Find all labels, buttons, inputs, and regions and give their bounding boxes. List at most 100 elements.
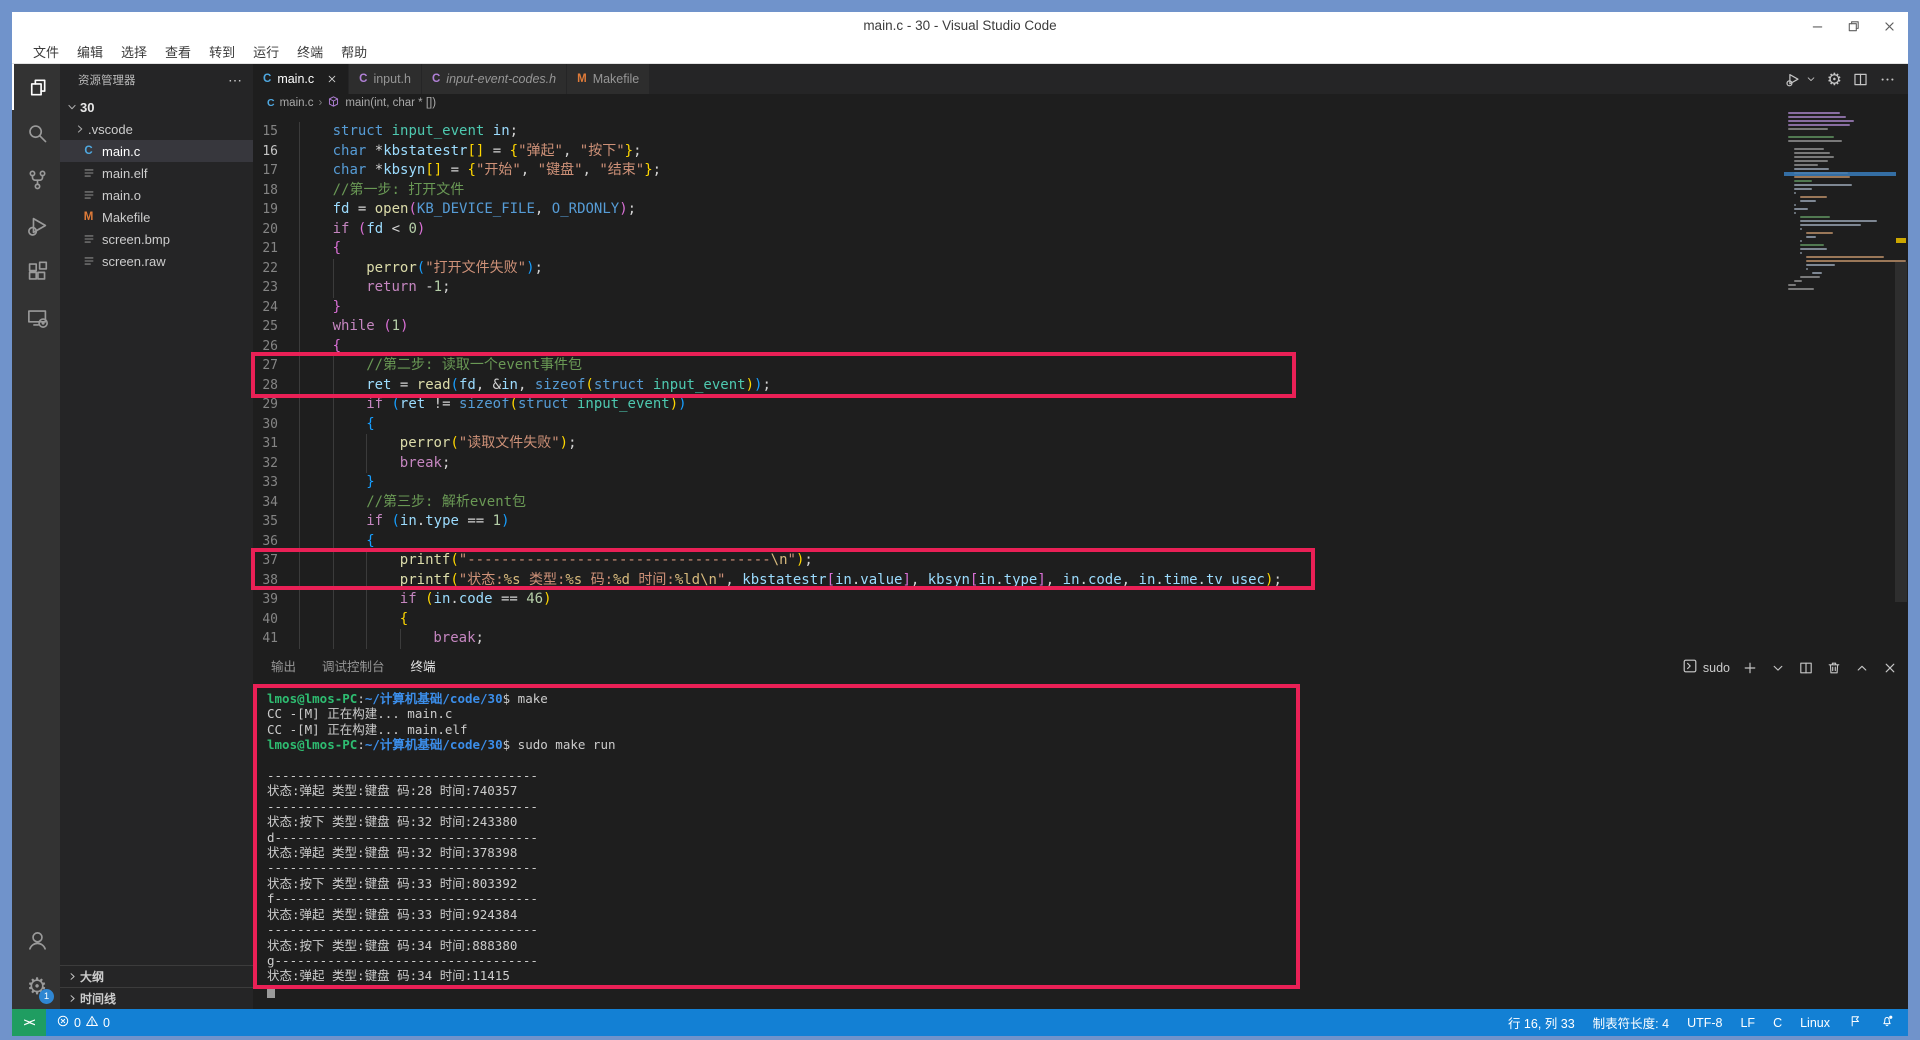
terminal-line: d-----------------------------------	[267, 830, 1908, 845]
more-button[interactable]	[1879, 71, 1896, 88]
code-text: perror("打开文件失败");	[299, 259, 543, 279]
titlebar[interactable]: main.c - 30 - Visual Studio Code	[12, 12, 1908, 40]
activitybar-source-control[interactable]	[12, 156, 60, 202]
maximize-button[interactable]	[1844, 17, 1862, 35]
activitybar-extensions[interactable]	[12, 248, 60, 294]
code-line-26[interactable]: 26{	[253, 337, 1908, 357]
explorer-more-actions-icon[interactable]: ⋯	[228, 72, 243, 89]
code-line-30[interactable]: 30{	[253, 415, 1908, 435]
tree-file-main.o[interactable]: main.o	[60, 184, 253, 206]
menu-item-4[interactable]: 转到	[200, 40, 244, 63]
code-line-24[interactable]: 24}	[253, 298, 1908, 318]
tab-input.h[interactable]: Cinput.h	[349, 64, 422, 94]
panel-tab-调试控制台[interactable]: 调试控制台	[322, 650, 385, 685]
code-line-29[interactable]: 29if (ret != sizeof(struct input_event))	[253, 395, 1908, 415]
minimize-button[interactable]	[1808, 17, 1826, 35]
activitybar-settings-gear[interactable]: ⚙1	[12, 963, 60, 1009]
code-line-28[interactable]: 28ret = read(fd, &in, sizeof(struct inpu…	[253, 376, 1908, 396]
code-line-34[interactable]: 34//第三步: 解析event包	[253, 493, 1908, 513]
breadcrumb-file[interactable]: main.c	[280, 97, 314, 109]
panel-tab-输出[interactable]: 输出	[271, 650, 296, 685]
gear-button[interactable]: ⚙	[1827, 71, 1842, 88]
activitybar-remote-explorer[interactable]	[12, 294, 60, 340]
tree-root-folder[interactable]: 30	[60, 96, 253, 118]
activitybar-search[interactable]	[12, 110, 60, 156]
code-line-21[interactable]: 21{	[253, 239, 1908, 259]
status-item-2[interactable]: UTF-8	[1687, 1016, 1722, 1030]
status-item-0[interactable]: 行 16, 列 33	[1508, 1013, 1575, 1032]
sidebar-section-大纲[interactable]: 大纲	[60, 965, 253, 987]
close-button[interactable]	[1880, 17, 1898, 35]
tree-file-Makefile[interactable]: MMakefile	[60, 206, 253, 228]
activitybar-files[interactable]	[12, 64, 60, 110]
sidebar-section-时间线[interactable]: 时间线	[60, 987, 253, 1009]
status-item-3[interactable]: LF	[1740, 1016, 1755, 1030]
code-line-39[interactable]: 39if (in.code == 46)	[253, 590, 1908, 610]
terminal-profile[interactable]: sudo	[1682, 658, 1730, 677]
menu-item-3[interactable]: 查看	[156, 40, 200, 63]
code-line-38[interactable]: 38printf("状态:%s 类型:%s 码:%d 时间:%ld\n", kb…	[253, 571, 1908, 591]
menu-item-0[interactable]: 文件	[24, 40, 68, 63]
plus-button[interactable]	[1742, 660, 1758, 676]
chevron-down-button[interactable]	[1770, 660, 1786, 676]
code-line-16[interactable]: 16char *kbstatestr[] = {"弹起", "按下"};	[253, 142, 1908, 162]
tab-close-icon[interactable]	[326, 73, 338, 85]
menu-item-6[interactable]: 终端	[288, 40, 332, 63]
breadcrumb-symbol[interactable]: main(int, char * [])	[345, 97, 436, 109]
code-editor[interactable]: 15struct input_event in;16char *kbstates…	[253, 112, 1908, 650]
code-line-37[interactable]: 37printf("------------------------------…	[253, 551, 1908, 571]
bell-button[interactable]	[1880, 1014, 1894, 1031]
code-line-22[interactable]: 22perror("打开文件失败");	[253, 259, 1908, 279]
status-item-5[interactable]: Linux	[1800, 1016, 1830, 1030]
breadcrumb[interactable]: C main.c › main(int, char * [])	[253, 94, 1908, 112]
chevron-right-icon	[72, 122, 88, 136]
menu-item-2[interactable]: 选择	[112, 40, 156, 63]
split-editor-button[interactable]	[1798, 660, 1814, 676]
code-line-19[interactable]: 19fd = open(KB_DEVICE_FILE, O_RDONLY);	[253, 200, 1908, 220]
close-button[interactable]	[1882, 660, 1898, 676]
tree-file-screen.raw[interactable]: screen.raw	[60, 250, 253, 272]
code-line-27[interactable]: 27//第二步: 读取一个event事件包	[253, 356, 1908, 376]
menu-item-1[interactable]: 编辑	[68, 40, 112, 63]
code-line-20[interactable]: 20if (fd < 0)	[253, 220, 1908, 240]
tree-file-screen.bmp[interactable]: screen.bmp	[60, 228, 253, 250]
code-line-32[interactable]: 32break;	[253, 454, 1908, 474]
code-line-35[interactable]: 35if (in.type == 1)	[253, 512, 1908, 532]
split-editor-button[interactable]	[1852, 71, 1869, 88]
status-item-4[interactable]: C	[1773, 1016, 1782, 1030]
activitybar-run-debug[interactable]	[12, 202, 60, 248]
chevron-down-button[interactable]	[1812, 73, 1817, 85]
code-line-36[interactable]: 36{	[253, 532, 1908, 552]
activitybar-account[interactable]	[12, 917, 60, 963]
terminal-output[interactable]: lmos@lmos-PC:~/计算机基础/code/30$ makeCC -[M…	[253, 685, 1908, 1009]
code-line-17[interactable]: 17char *kbsyn[] = {"开始", "键盘", "结束"};	[253, 161, 1908, 181]
code-line-41[interactable]: 41break;	[253, 629, 1908, 649]
status-item-1[interactable]: 制表符长度: 4	[1593, 1013, 1669, 1032]
minimap[interactable]	[1786, 112, 1894, 372]
tree-file-main.elf[interactable]: main.elf	[60, 162, 253, 184]
scrollbar-slider[interactable]	[1895, 262, 1907, 602]
trash-button[interactable]	[1826, 660, 1842, 676]
code-line-31[interactable]: 31perror("读取文件失败");	[253, 434, 1908, 454]
code-line-40[interactable]: 40{	[253, 610, 1908, 630]
tab-main.c[interactable]: Cmain.c	[253, 64, 349, 94]
tree-file-main.c[interactable]: Cmain.c	[60, 140, 253, 162]
code-line-25[interactable]: 25while (1)	[253, 317, 1908, 337]
remote-indicator[interactable]: ><	[12, 1009, 46, 1036]
panel-tab-终端[interactable]: 终端	[411, 650, 436, 685]
editor-scrollbar[interactable]	[1894, 112, 1908, 650]
run-debug-alt-button[interactable]	[1785, 71, 1802, 88]
chevron-up-button[interactable]	[1854, 660, 1870, 676]
problems-status[interactable]: 0 0	[56, 1014, 110, 1031]
tab-input-event-codes.h[interactable]: Cinput-event-codes.h	[422, 64, 567, 94]
code-line-15[interactable]: 15struct input_event in;	[253, 122, 1908, 142]
code-line-23[interactable]: 23return -1;	[253, 278, 1908, 298]
menu-item-7[interactable]: 帮助	[332, 40, 376, 63]
menu-item-5[interactable]: 运行	[244, 40, 288, 63]
line-number: 41	[253, 629, 299, 649]
tree-folder-.vscode[interactable]: .vscode	[60, 118, 253, 140]
feedback-button[interactable]	[1848, 1014, 1862, 1031]
tab-Makefile[interactable]: MMakefile	[567, 64, 650, 94]
code-line-18[interactable]: 18//第一步: 打开文件	[253, 181, 1908, 201]
code-line-33[interactable]: 33}	[253, 473, 1908, 493]
